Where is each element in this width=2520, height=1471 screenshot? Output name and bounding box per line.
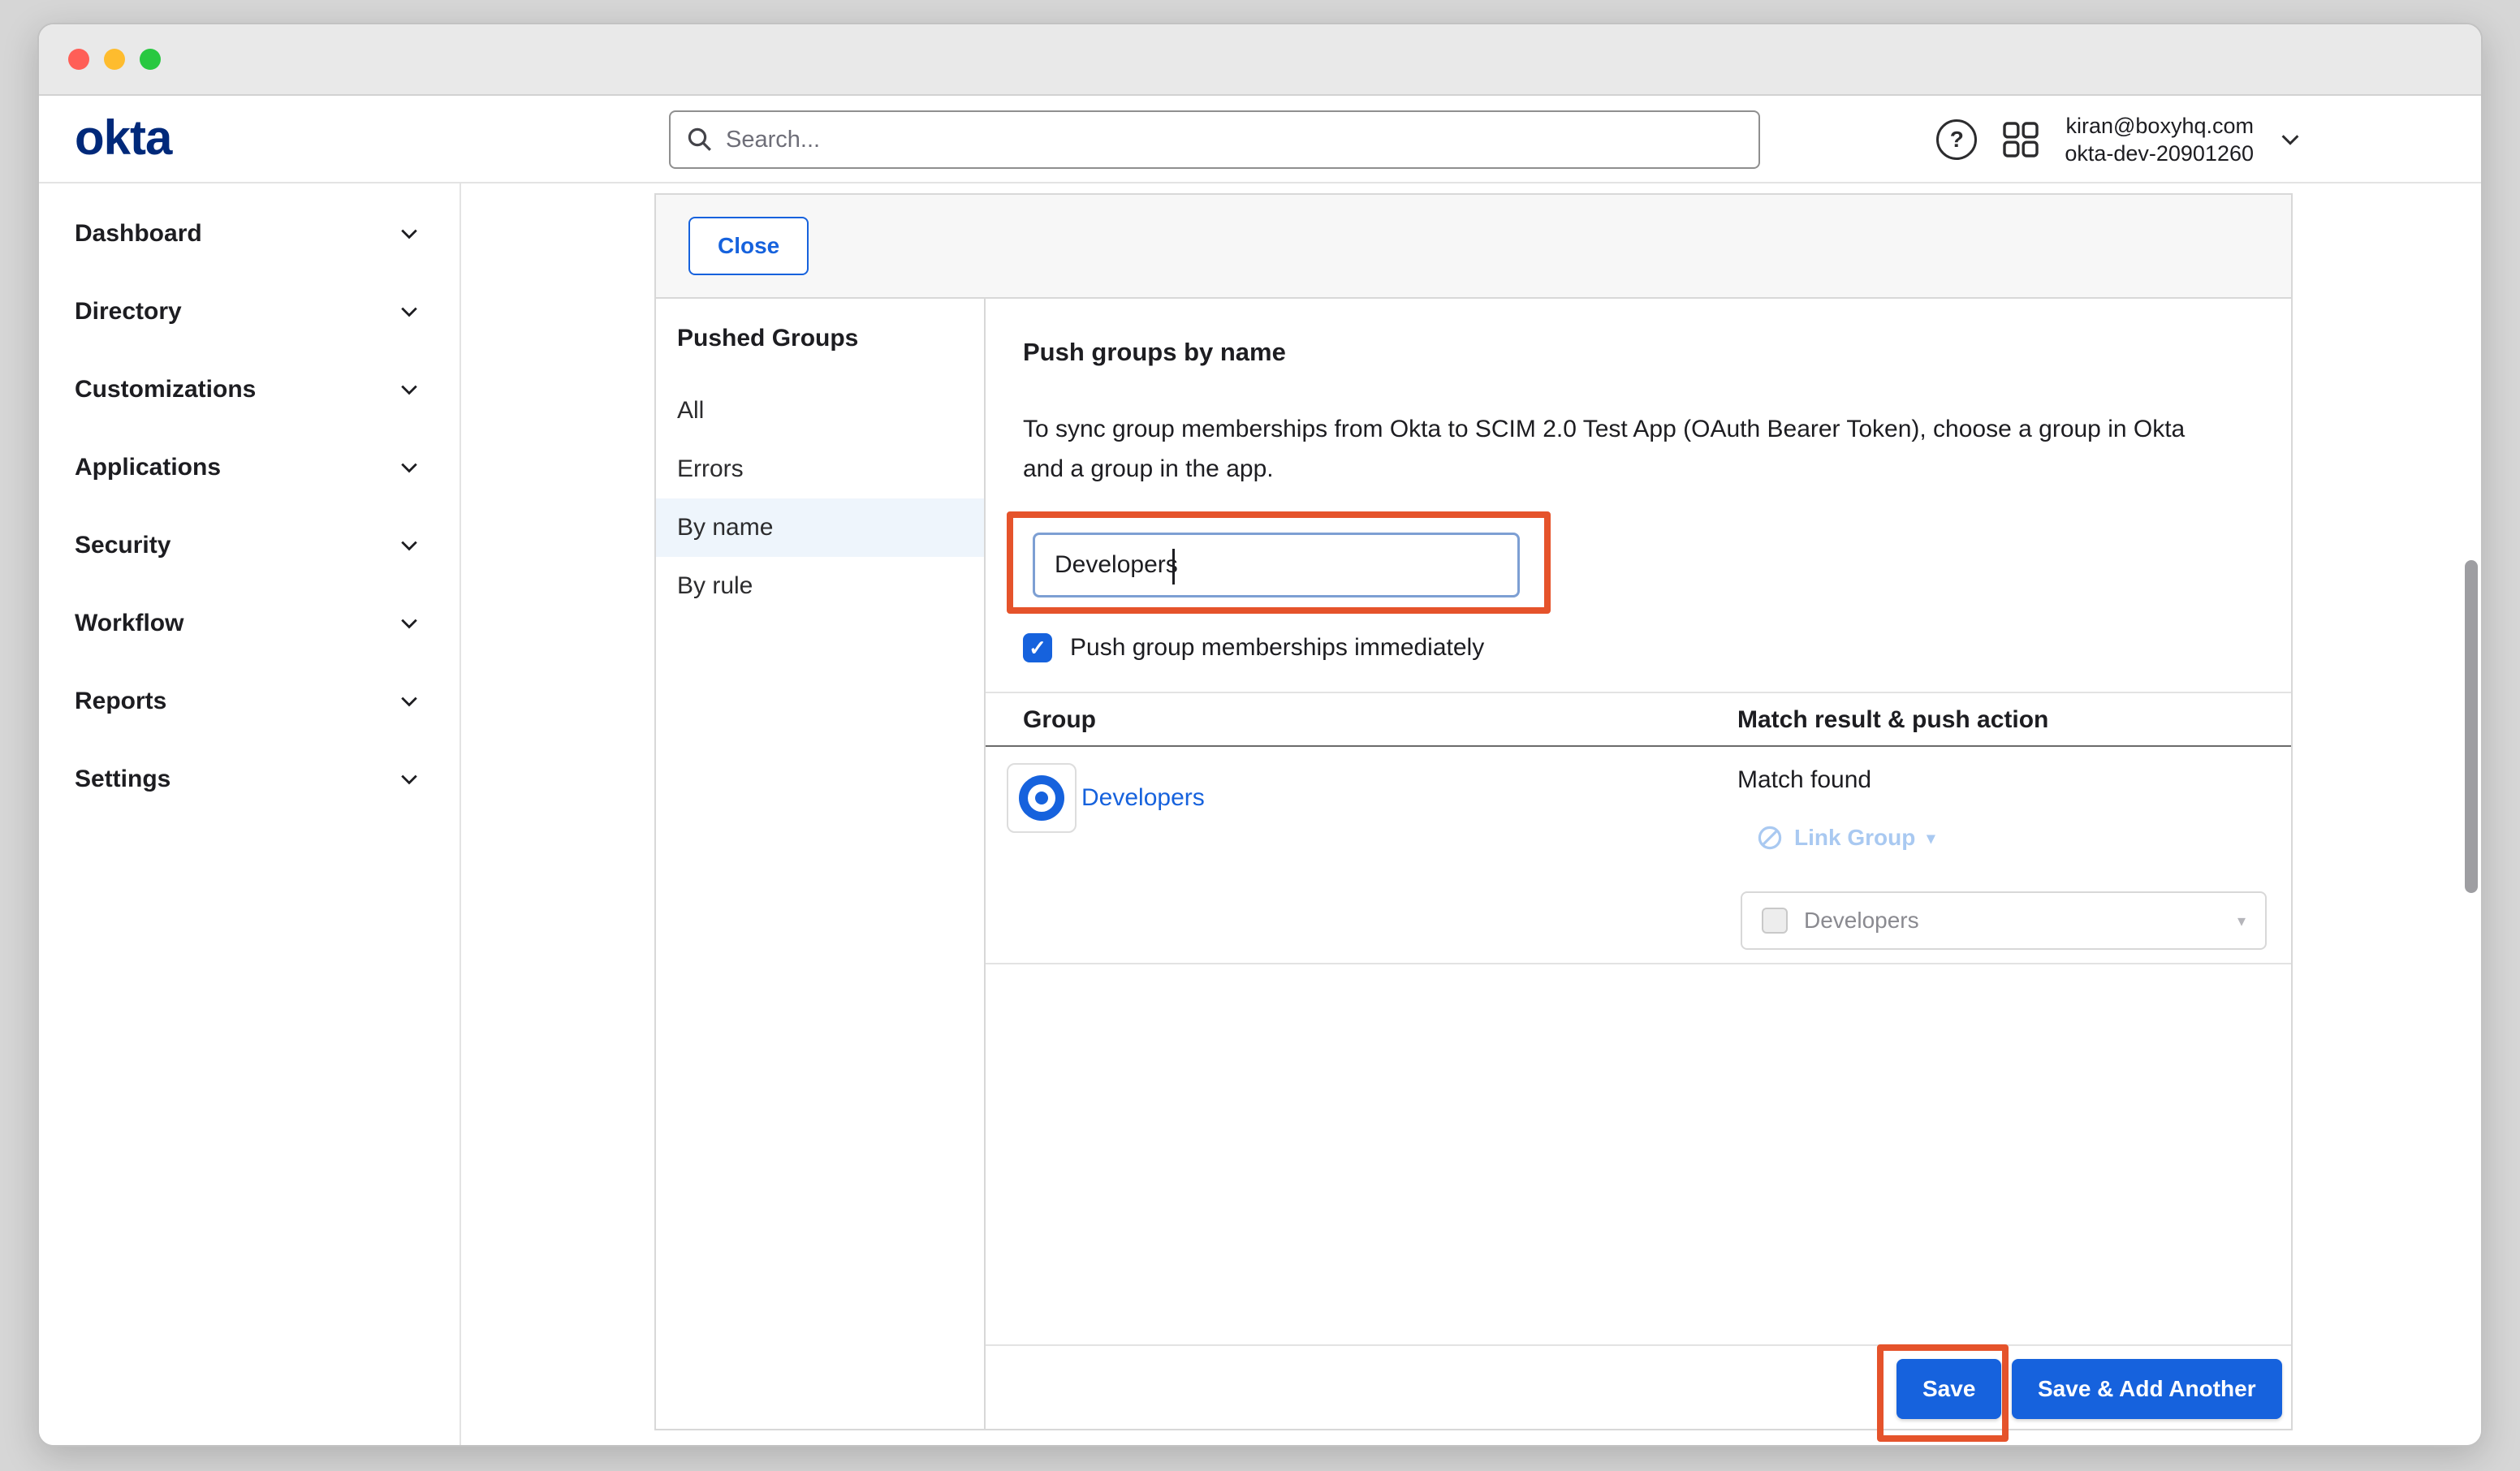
user-email: kiran@boxyhq.com [2065, 112, 2254, 140]
chevron-down-icon [398, 378, 421, 401]
panel-toolbar: Close [656, 195, 2291, 299]
group-placeholder-icon [1762, 908, 1788, 934]
checkbox-label: Push group memberships immediately [1070, 634, 1484, 662]
sidebar-item-dashboard[interactable]: Dashboard [39, 195, 460, 273]
window-minimize-button[interactable] [104, 49, 125, 70]
link-group-icon [1757, 825, 1783, 851]
window-zoom-button[interactable] [140, 49, 161, 70]
link-group-label: Link Group [1794, 825, 1915, 851]
sidebar-item-label: Security [75, 532, 170, 559]
sidebar-item-label: Dashboard [75, 220, 202, 248]
page-title: Push groups by name [1023, 338, 1286, 367]
app-header: okta ? kiran@boxyhq.com okta- [39, 96, 2481, 183]
save-add-another-button[interactable]: Save & Add Another [2012, 1359, 2282, 1419]
match-status: Match found [1737, 766, 1871, 794]
group-link[interactable]: Developers [1081, 784, 1205, 812]
footer-divider [986, 1344, 2291, 1346]
push-immediately-row[interactable]: ✓ Push group memberships immediately [1023, 633, 1484, 662]
okta-logo: okta [75, 110, 171, 166]
column-header-match: Match result & push action [1737, 706, 2048, 734]
chevron-down-icon [398, 768, 421, 791]
sidebar-item-label: Directory [75, 298, 182, 326]
window-titlebar [39, 24, 2481, 96]
okta-group-icon [1007, 763, 1077, 833]
sidebar-item-label: Settings [75, 766, 170, 793]
chevron-down-icon [398, 222, 421, 245]
sidebar-item-settings[interactable]: Settings [39, 740, 460, 818]
sidebar-item-label: Applications [75, 454, 221, 481]
chevron-down-icon [398, 612, 421, 635]
sidebar-item-customizations[interactable]: Customizations [39, 351, 460, 429]
help-icon[interactable]: ? [1936, 119, 1977, 160]
search-input[interactable] [726, 127, 1742, 153]
chevron-down-icon [398, 690, 421, 713]
selected-group-value: Developers [1804, 908, 2221, 934]
sidebar: Dashboard Directory Customizations Appli… [39, 183, 461, 1445]
save-button[interactable]: Save [1896, 1359, 2001, 1419]
description-text: To sync group memberships from Okta to S… [1023, 409, 2224, 489]
group-name-input[interactable] [1033, 533, 1520, 597]
row-divider [986, 963, 2291, 964]
chevron-down-icon[interactable] [2278, 127, 2302, 152]
group-logo-icon [1019, 775, 1064, 821]
target-group-select[interactable]: Developers ▾ [1741, 891, 2267, 950]
chevron-down-icon [398, 300, 421, 323]
subnav-item-errors[interactable]: Errors [656, 440, 984, 498]
desktop-background: okta ? kiran@boxyhq.com okta- [0, 0, 2520, 1471]
close-button[interactable]: Close [688, 217, 809, 275]
header-right-cluster: ? kiran@boxyhq.com okta-dev-20901260 [1936, 96, 2302, 183]
annotation-rectangle-input [1007, 511, 1551, 614]
panel-body: Pushed Groups All Errors By name By rule… [656, 299, 2291, 1429]
sidebar-item-label: Workflow [75, 610, 183, 637]
subnav-item-by-name[interactable]: By name [656, 498, 984, 557]
body-row: Dashboard Directory Customizations Appli… [39, 183, 2481, 1445]
user-menu[interactable]: kiran@boxyhq.com okta-dev-20901260 [2065, 112, 2254, 167]
apps-grid-icon[interactable] [2001, 120, 2040, 159]
table-header: Group Match result & push action [986, 692, 2291, 747]
window-close-button[interactable] [68, 49, 89, 70]
caret-down-icon: ▾ [1927, 828, 1935, 848]
sidebar-item-reports[interactable]: Reports [39, 662, 460, 740]
subnav-item-by-rule[interactable]: By rule [656, 557, 984, 615]
dropdown-arrow-icon: ▾ [2237, 911, 2246, 931]
chevron-down-icon [398, 534, 421, 557]
column-header-group: Group [1023, 706, 1096, 734]
sidebar-item-label: Customizations [75, 376, 256, 403]
content-area: Close Pushed Groups All Errors By name B… [461, 183, 2481, 1445]
search-bar[interactable] [669, 110, 1760, 169]
pushed-groups-subnav: Pushed Groups All Errors By name By rule [656, 299, 986, 1429]
subnav-item-all[interactable]: All [656, 382, 984, 440]
subnav-title: Pushed Groups [656, 325, 984, 352]
sidebar-item-directory[interactable]: Directory [39, 273, 460, 351]
annotation-rectangle-save: Save [1877, 1344, 2009, 1442]
push-group-form: Push groups by name To sync group member… [986, 299, 2291, 1429]
sidebar-item-label: Reports [75, 688, 166, 715]
sidebar-item-applications[interactable]: Applications [39, 429, 460, 507]
push-groups-panel: Close Pushed Groups All Errors By name B… [654, 193, 2293, 1430]
browser-window: okta ? kiran@boxyhq.com okta- [37, 23, 2483, 1447]
search-icon [687, 127, 713, 153]
text-cursor [1172, 549, 1175, 585]
scrollbar-thumb[interactable] [2465, 560, 2478, 893]
push-immediately-checkbox[interactable]: ✓ [1023, 633, 1052, 662]
sidebar-item-workflow[interactable]: Workflow [39, 585, 460, 662]
sidebar-item-security[interactable]: Security [39, 507, 460, 585]
org-name: okta-dev-20901260 [2065, 140, 2254, 167]
link-group-action[interactable]: Link Group ▾ [1757, 825, 1935, 851]
chevron-down-icon [398, 456, 421, 479]
